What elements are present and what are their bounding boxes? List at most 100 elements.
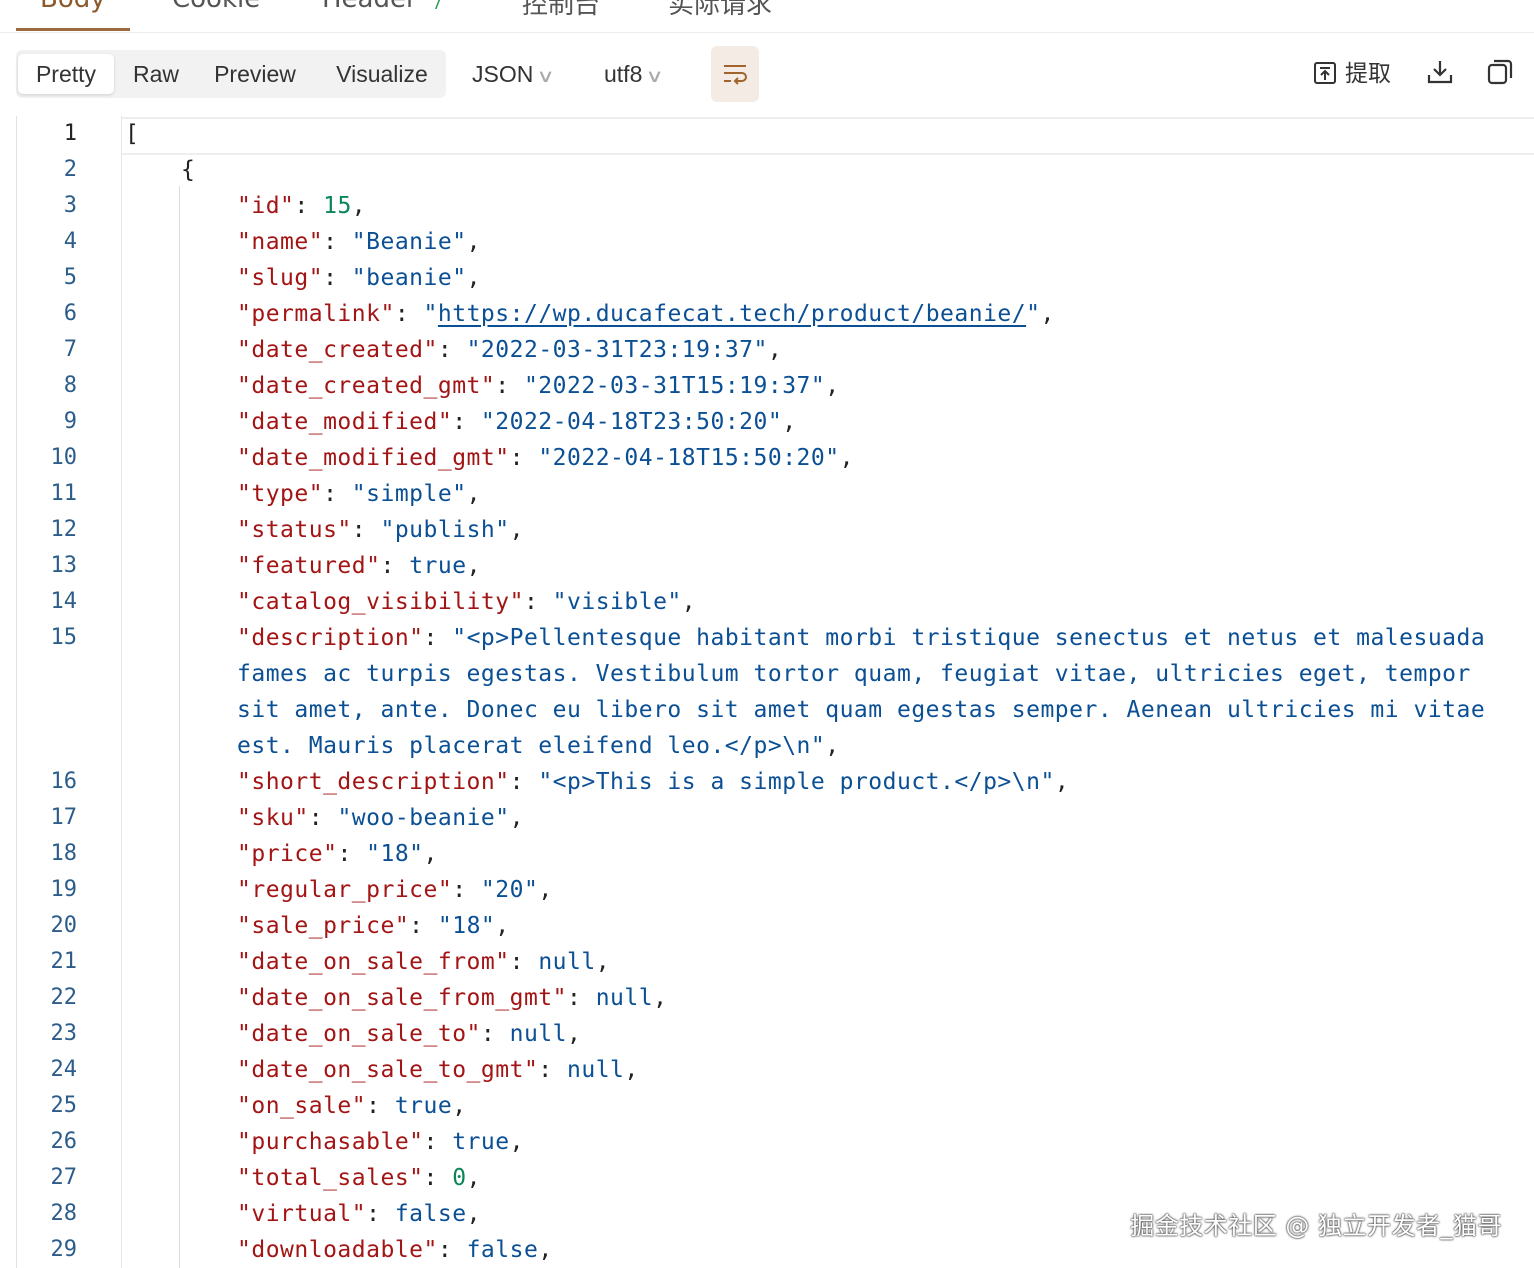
json-string: est. Mauris placerat eleifend leo.</p>\n… bbox=[237, 733, 826, 759]
line-number: 12 bbox=[50, 517, 78, 542]
json-punctuation: : bbox=[323, 265, 352, 291]
line-number: 26 bbox=[50, 1129, 78, 1154]
json-punctuation: : bbox=[380, 553, 410, 579]
gutter-divider bbox=[121, 116, 122, 1268]
json-key: "purchasable" bbox=[237, 1129, 424, 1155]
code-line: "description": "<p>Pellentesque habitant… bbox=[237, 620, 1485, 656]
json-literal: null bbox=[509, 1021, 567, 1047]
copy-button[interactable] bbox=[1486, 58, 1516, 88]
line-number: 25 bbox=[50, 1093, 78, 1118]
json-response-editor[interactable]: 1 [2 {3 "id": 15, 4 "name": "Beanie", 5 "slug":… bbox=[16, 116, 1534, 1268]
view-mode-pretty[interactable]: Pretty bbox=[18, 54, 114, 94]
code-line: sit amet, ante. Donec eu libero sit amet… bbox=[237, 692, 1485, 728]
response-tab-strip: Body Cookie Header 7 控制台 实际请求 bbox=[0, 0, 1534, 33]
json-punctuation: : bbox=[567, 985, 596, 1011]
line-number: 1 bbox=[63, 121, 77, 146]
tab-body[interactable]: Body bbox=[40, 0, 106, 14]
json-key: "name" bbox=[237, 229, 324, 255]
json-url-link[interactable]: https://wp.ducafecat.tech/product/beanie… bbox=[438, 301, 1026, 327]
download-button[interactable] bbox=[1426, 58, 1456, 88]
word-wrap-button[interactable] bbox=[711, 46, 759, 102]
line-number: 29 bbox=[50, 1237, 78, 1262]
json-punctuation: : bbox=[538, 1057, 567, 1083]
json-string: "2022-04-18T23:50:20" bbox=[480, 409, 783, 435]
view-mode-raw[interactable]: Raw bbox=[120, 54, 192, 94]
json-punctuation: : bbox=[409, 913, 438, 939]
extract-label: 提取 bbox=[1345, 61, 1391, 87]
json-punctuation: , bbox=[466, 481, 481, 507]
json-punctuation: , bbox=[538, 1237, 553, 1263]
copy-icon bbox=[1487, 59, 1513, 85]
json-key: "downloadable" bbox=[237, 1237, 438, 1263]
json-literal: false bbox=[394, 1201, 467, 1227]
view-mode-visualize[interactable]: Visualize bbox=[320, 54, 444, 94]
json-literal: false bbox=[466, 1237, 539, 1263]
code-line: "type": "simple", bbox=[237, 476, 481, 512]
code-line: "date_on_sale_to": null, bbox=[237, 1016, 581, 1052]
json-key: "catalog_visibility" bbox=[237, 589, 524, 615]
json-punctuation: , bbox=[825, 733, 840, 759]
json-punctuation: : bbox=[308, 805, 338, 831]
code-line: "date_created": "2022-03-31T23:19:37", bbox=[237, 332, 782, 368]
code-line: est. Mauris placerat eleifend leo.</p>\n… bbox=[237, 728, 840, 764]
tab-actual-request[interactable]: 实际请求 bbox=[668, 0, 772, 21]
line-number: 14 bbox=[50, 589, 78, 614]
json-punctuation: : bbox=[351, 517, 381, 543]
json-string: fames ac turpis egestas. Vestibulum tort… bbox=[237, 661, 1471, 687]
json-punctuation: , bbox=[509, 1129, 524, 1155]
download-icon bbox=[1427, 61, 1453, 84]
format-dropdown[interactable]: JSON ∨ bbox=[472, 52, 555, 96]
code-line: "catalog_visibility": "visible", bbox=[237, 584, 696, 620]
json-string: "publish" bbox=[380, 517, 510, 543]
line-number: 3 bbox=[63, 193, 77, 218]
json-key: "date_modified_gmt" bbox=[237, 445, 510, 471]
view-mode-preview[interactable]: Preview bbox=[202, 54, 308, 94]
json-key: "price" bbox=[237, 841, 338, 867]
json-punctuation: : bbox=[437, 337, 467, 363]
code-line: [ bbox=[125, 116, 139, 152]
line-number: 10 bbox=[50, 445, 78, 470]
tab-console[interactable]: 控制台 bbox=[522, 0, 600, 21]
json-punctuation: : bbox=[480, 1021, 510, 1047]
extract-icon bbox=[1314, 62, 1336, 84]
json-punctuation: , bbox=[1054, 769, 1070, 795]
line-number: 18 bbox=[50, 841, 78, 866]
json-punctuation: : bbox=[423, 625, 453, 651]
view-mode-segmented-control: Pretty Raw Preview Visualize bbox=[16, 50, 446, 98]
json-string: " bbox=[1026, 301, 1041, 327]
json-punctuation: [ bbox=[125, 121, 140, 147]
code-line: "permalink": "https://wp.ducafecat.tech/… bbox=[237, 296, 1055, 332]
json-string: "<p>Pellentesque habitant morbi tristiqu… bbox=[452, 625, 1486, 651]
json-punctuation: : bbox=[323, 481, 352, 507]
code-line: "featured": true, bbox=[237, 548, 481, 584]
json-punctuation: : bbox=[509, 769, 539, 795]
code-line: { bbox=[181, 152, 195, 188]
json-punctuation: : bbox=[323, 229, 352, 255]
tab-cookie[interactable]: Cookie bbox=[172, 0, 260, 14]
json-punctuation: : bbox=[452, 409, 481, 435]
line-number: 23 bbox=[50, 1021, 78, 1046]
watermark: 掘金技术社区 @ 独立开发者_猫哥 bbox=[1130, 1212, 1502, 1240]
line-number: 16 bbox=[50, 769, 78, 794]
encoding-dropdown[interactable]: utf8 ∨ bbox=[604, 52, 664, 96]
json-key: "id" bbox=[237, 193, 295, 219]
json-key: "date_on_sale_from" bbox=[237, 949, 510, 975]
json-punctuation: , bbox=[595, 949, 611, 975]
json-literal: true bbox=[452, 1129, 510, 1155]
code-line: "purchasable": true, bbox=[237, 1124, 524, 1160]
json-literal: true bbox=[394, 1093, 453, 1119]
json-string: "2022-03-31T15:19:37" bbox=[523, 373, 826, 399]
json-punctuation: , bbox=[351, 193, 367, 219]
json-string: "<p>This is a simple product.</p>\n" bbox=[538, 769, 1055, 795]
tab-header[interactable]: Header bbox=[322, 0, 417, 14]
json-punctuation: , bbox=[538, 877, 553, 903]
json-key: "slug" bbox=[237, 265, 324, 291]
json-punctuation: : bbox=[509, 445, 539, 471]
extract-button[interactable]: 提取 bbox=[1313, 54, 1391, 94]
json-string: "2022-03-31T23:19:37" bbox=[466, 337, 768, 363]
line-number: 6 bbox=[63, 301, 77, 326]
json-literal: null bbox=[595, 985, 654, 1011]
json-string: "visible" bbox=[552, 589, 682, 615]
json-punctuation: : bbox=[366, 1201, 395, 1227]
code-line: "price": "18", bbox=[237, 836, 438, 872]
